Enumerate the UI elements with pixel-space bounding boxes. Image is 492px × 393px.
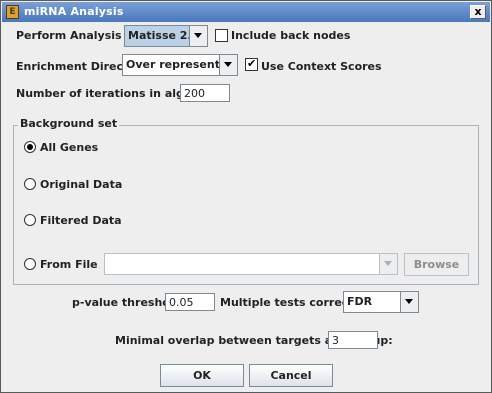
- title-bar[interactable]: E miRNA Analysis x: [2, 2, 490, 22]
- file-path-dropdown[interactable]: [104, 253, 398, 275]
- filtered-data-label: Filtered Data: [40, 214, 122, 227]
- close-button[interactable]: x: [470, 5, 486, 19]
- ok-button[interactable]: OK: [160, 364, 244, 387]
- radio-all-genes[interactable]: [24, 141, 36, 153]
- chevron-down-icon[interactable]: [400, 292, 418, 312]
- radio-filtered-data[interactable]: [24, 214, 36, 226]
- use-context-scores-checkbox[interactable]: [245, 57, 258, 71]
- overlap-input[interactable]: 3: [328, 331, 378, 349]
- browse-button[interactable]: Browse: [404, 253, 469, 276]
- all-genes-label: All Genes: [40, 141, 99, 154]
- radio-from-file[interactable]: [24, 258, 36, 270]
- analysis-dropdown[interactable]: Matisse 2.1: [124, 25, 208, 47]
- include-back-nodes-label: Include back nodes: [231, 29, 351, 42]
- chevron-down-icon[interactable]: [219, 55, 237, 75]
- use-context-scores-label: Use Context Scores: [261, 60, 382, 73]
- iterations-input[interactable]: 200: [180, 84, 230, 102]
- from-file-label: From File: [40, 258, 98, 271]
- chevron-down-icon[interactable]: [189, 26, 207, 46]
- cancel-button[interactable]: Cancel: [249, 364, 333, 387]
- window-title: miRNA Analysis: [24, 5, 124, 18]
- radio-original-data[interactable]: [24, 178, 36, 190]
- correction-dropdown[interactable]: FDR: [343, 291, 419, 313]
- enrichment-dropdown[interactable]: Over represented: [122, 54, 238, 76]
- background-set-title: Background set: [18, 117, 120, 130]
- correction-value: FDR: [347, 295, 373, 308]
- dialog-window: E miRNA Analysis x Perform Analysis On: …: [0, 0, 492, 393]
- pvalue-input[interactable]: 0.05: [165, 293, 215, 311]
- app-icon: E: [6, 5, 19, 19]
- include-back-nodes-checkbox[interactable]: [215, 29, 228, 42]
- chevron-down-icon[interactable]: [379, 254, 397, 274]
- original-data-label: Original Data: [40, 178, 123, 191]
